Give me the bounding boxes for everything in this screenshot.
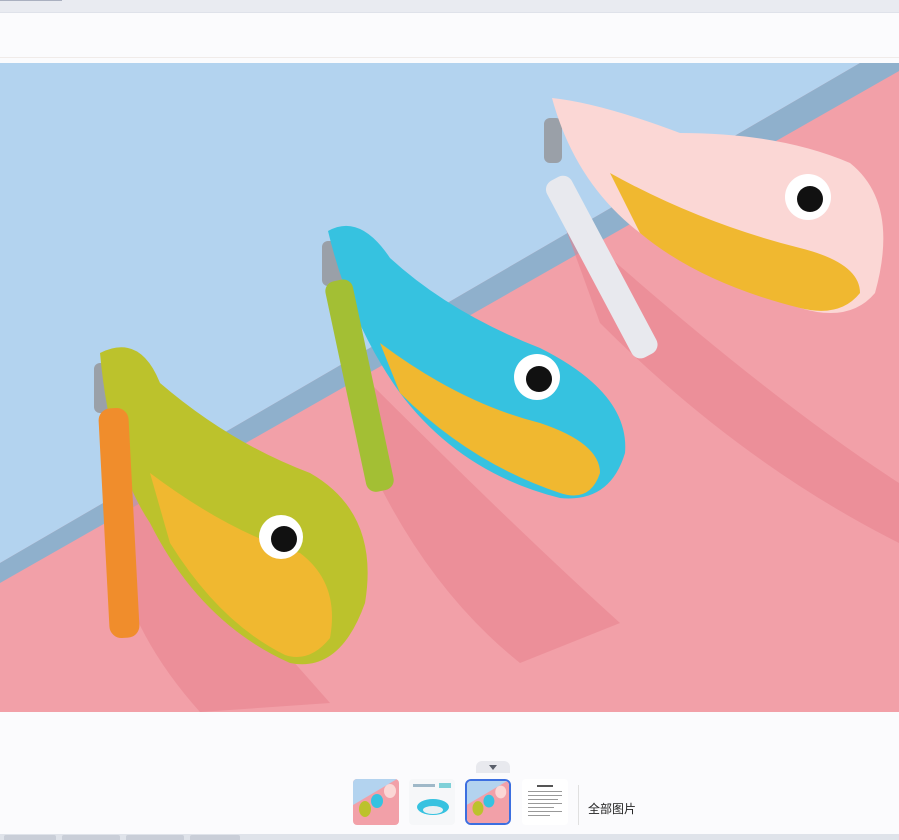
thumbnail-strip: 全部图片 <box>0 712 899 834</box>
browser-top-bar <box>0 0 899 13</box>
thumbnail-4[interactable] <box>522 779 568 825</box>
thumbnail-1[interactable] <box>353 779 399 825</box>
bottom-taskbar <box>0 834 899 840</box>
taskbar-item[interactable] <box>62 835 120 840</box>
chevron-down-icon <box>489 765 497 770</box>
thumbnail-2[interactable] <box>409 779 455 825</box>
thumbnail-divider <box>578 785 579 825</box>
thumbnail-image <box>522 779 568 825</box>
page-header <box>0 13 899 58</box>
all-images-link[interactable]: 全部图片 <box>588 800 636 817</box>
thumbnail-image <box>409 779 455 825</box>
active-tab-indicator <box>0 0 62 1</box>
main-product-image[interactable] <box>0 63 899 712</box>
product-photo-nail-clippers <box>0 63 899 712</box>
taskbar-item[interactable] <box>4 835 56 840</box>
taskbar-item[interactable] <box>190 835 240 840</box>
thumbnail-3[interactable] <box>465 779 511 825</box>
thumbnail-image <box>353 779 399 825</box>
collapse-toggle-button[interactable] <box>476 761 510 773</box>
taskbar-item[interactable] <box>126 835 184 840</box>
thumbnail-image <box>467 781 509 823</box>
